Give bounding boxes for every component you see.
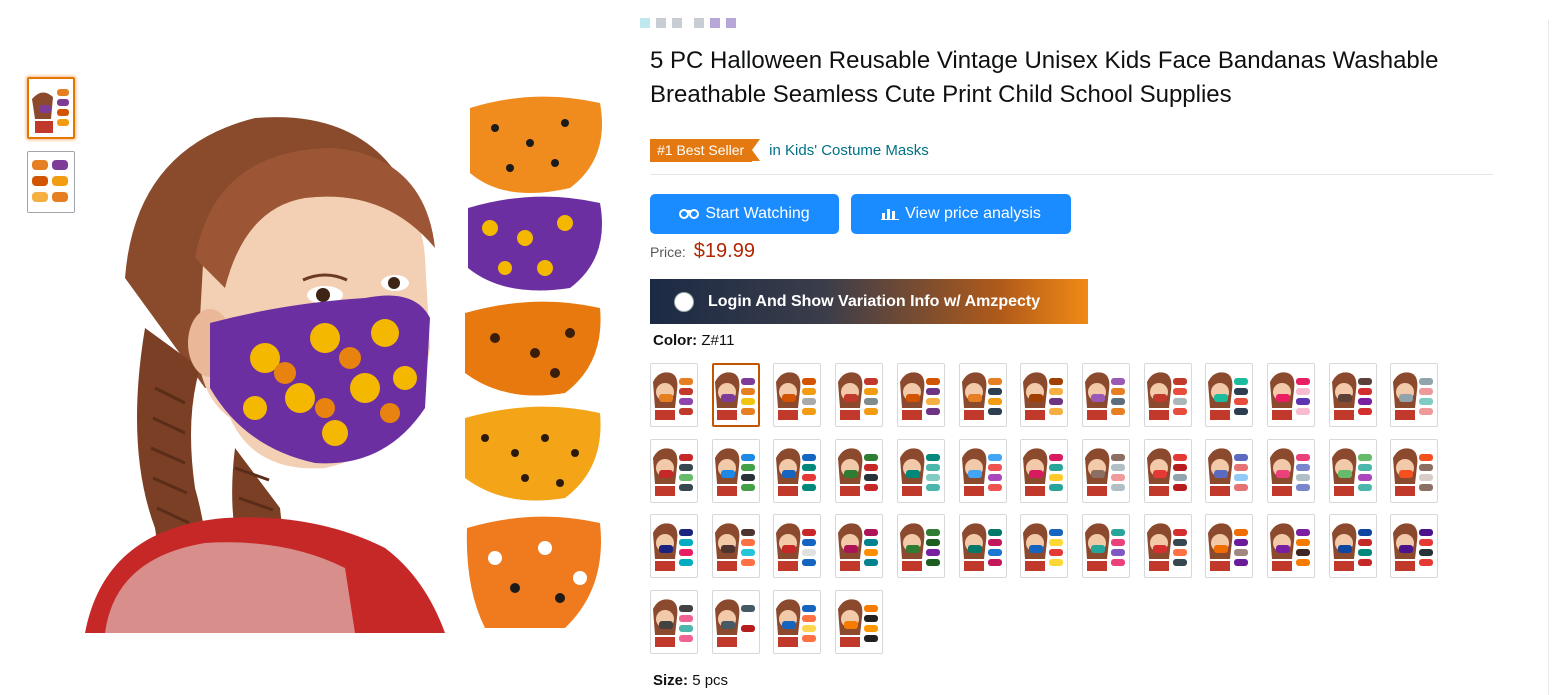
color-swatch[interactable] bbox=[835, 439, 883, 503]
color-swatch[interactable] bbox=[1267, 514, 1315, 578]
color-swatch[interactable] bbox=[773, 439, 821, 503]
color-swatch[interactable] bbox=[1267, 363, 1315, 427]
color-swatch[interactable] bbox=[1144, 363, 1192, 427]
color-swatch[interactable] bbox=[959, 439, 1007, 503]
color-swatch[interactable] bbox=[1205, 363, 1253, 427]
color-swatch[interactable] bbox=[1329, 363, 1377, 427]
color-swatch[interactable] bbox=[712, 590, 760, 654]
color-swatch[interactable] bbox=[1205, 514, 1253, 578]
color-swatch[interactable] bbox=[1267, 439, 1315, 503]
color-swatch[interactable] bbox=[1144, 514, 1192, 578]
size-selection: Size: 5 pcs bbox=[653, 672, 728, 689]
color-swatch[interactable] bbox=[650, 514, 698, 578]
color-swatch[interactable] bbox=[959, 514, 1007, 578]
divider bbox=[650, 174, 1493, 175]
color-swatch[interactable] bbox=[773, 514, 821, 578]
color-swatch[interactable] bbox=[1390, 514, 1438, 578]
color-swatch[interactable] bbox=[650, 439, 698, 503]
color-swatch[interactable] bbox=[1082, 439, 1130, 503]
color-swatch[interactable] bbox=[835, 363, 883, 427]
color-swatch[interactable] bbox=[712, 514, 760, 578]
color-swatch[interactable] bbox=[1020, 363, 1068, 427]
thumbnail-2[interactable] bbox=[27, 151, 75, 213]
amzpecty-login-banner[interactable]: Login And Show Variation Info w/ Amzpect… bbox=[650, 279, 1088, 324]
thumbnail-1[interactable] bbox=[27, 77, 75, 139]
view-price-analysis-label: View price analysis bbox=[905, 205, 1041, 222]
color-swatch[interactable] bbox=[897, 439, 945, 503]
binoculars-icon bbox=[679, 206, 700, 223]
view-price-analysis-button[interactable]: View price analysis bbox=[851, 194, 1071, 234]
color-selection: Color: Z#11 bbox=[653, 332, 734, 349]
color-swatch[interactable] bbox=[1390, 363, 1438, 427]
size-label: Size: bbox=[653, 672, 689, 689]
color-swatch[interactable] bbox=[1082, 363, 1130, 427]
color-swatch[interactable] bbox=[712, 439, 760, 503]
color-swatch[interactable] bbox=[1020, 514, 1068, 578]
color-swatch[interactable] bbox=[835, 514, 883, 578]
color-swatch[interactable] bbox=[959, 363, 1007, 427]
best-seller-category-link[interactable]: in Kids' Costume Masks bbox=[769, 142, 929, 159]
color-label: Color: bbox=[653, 332, 698, 349]
color-swatch[interactable] bbox=[773, 363, 821, 427]
bar-chart-icon bbox=[881, 206, 900, 223]
start-watching-label: Start Watching bbox=[705, 205, 810, 222]
color-swatch[interactable] bbox=[1205, 439, 1253, 503]
best-seller-badge[interactable]: #1 Best Seller bbox=[650, 139, 761, 162]
main-product-image[interactable] bbox=[85, 88, 610, 633]
column-divider bbox=[1548, 20, 1549, 695]
color-swatch[interactable] bbox=[712, 363, 760, 427]
color-swatch[interactable] bbox=[1329, 439, 1377, 503]
best-seller-row: #1 Best Seller in Kids' Costume Masks bbox=[650, 139, 929, 162]
color-swatch[interactable] bbox=[1144, 439, 1192, 503]
color-swatch[interactable] bbox=[1082, 514, 1130, 578]
start-watching-button[interactable]: Start Watching bbox=[650, 194, 839, 234]
color-swatch[interactable] bbox=[897, 514, 945, 578]
price-value: $19.99 bbox=[693, 240, 755, 262]
color-swatch[interactable] bbox=[650, 363, 698, 427]
brand-byline-obscured bbox=[640, 18, 736, 28]
color-swatch[interactable] bbox=[897, 363, 945, 427]
product-title: 5 PC Halloween Reusable Vintage Unisex K… bbox=[650, 47, 1439, 108]
thumbnail-strip bbox=[27, 77, 75, 225]
price-row: Price: $19.99 bbox=[650, 240, 755, 263]
color-swatch[interactable] bbox=[1020, 439, 1068, 503]
color-swatch[interactable] bbox=[1329, 514, 1377, 578]
color-swatch[interactable] bbox=[835, 590, 883, 654]
amzpecty-login-label: Login And Show Variation Info w/ Amzpect… bbox=[708, 292, 1041, 310]
color-swatch[interactable] bbox=[773, 590, 821, 654]
size-value: 5 pcs bbox=[692, 672, 729, 689]
toggle-circle-icon bbox=[674, 291, 694, 312]
color-value: Z#11 bbox=[701, 332, 735, 349]
color-swatch[interactable] bbox=[1390, 439, 1438, 503]
color-swatch[interactable] bbox=[650, 590, 698, 654]
price-label: Price: bbox=[650, 244, 686, 260]
